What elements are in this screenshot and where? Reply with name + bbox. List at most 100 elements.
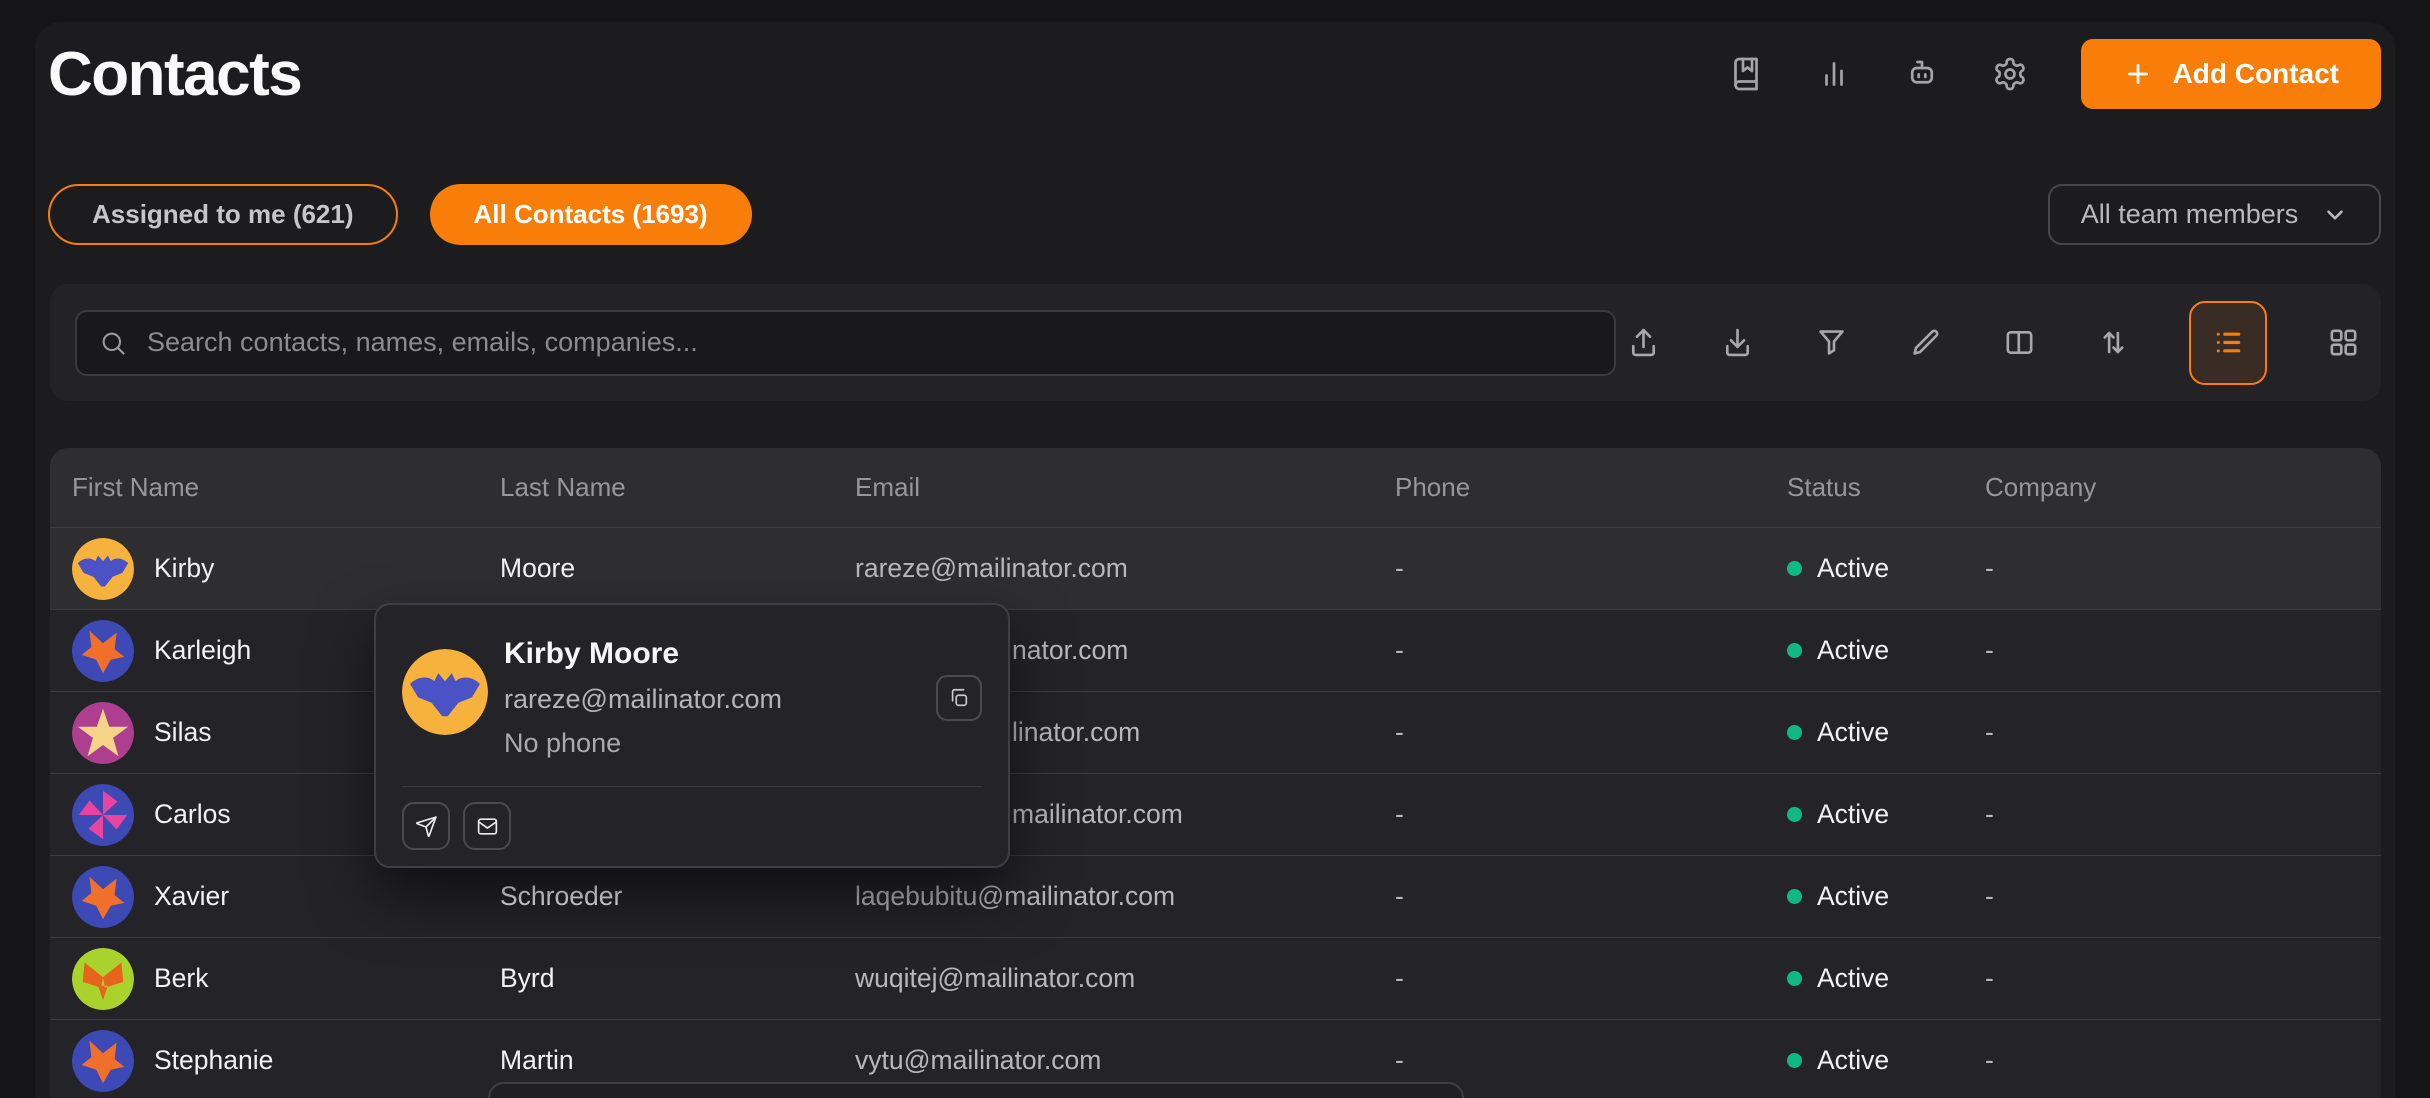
tab-assigned-to-me[interactable]: Assigned to me (621) bbox=[48, 184, 398, 245]
columns-button[interactable] bbox=[2001, 325, 2037, 361]
company-cell: - bbox=[1985, 963, 2381, 994]
status-dot bbox=[1787, 643, 1802, 658]
status-label: Active bbox=[1817, 963, 1889, 994]
email-contact-button[interactable] bbox=[463, 802, 511, 850]
copy-email-button[interactable] bbox=[936, 675, 982, 721]
status-cell: Active bbox=[1787, 881, 1985, 912]
header-icon-buttons bbox=[1681, 51, 2033, 97]
phone-cell: - bbox=[1395, 963, 1787, 994]
last-name-cell: Martin bbox=[500, 1045, 855, 1076]
status-cell: Active bbox=[1787, 635, 1985, 666]
page-title: Contacts bbox=[48, 39, 301, 110]
status-label: Active bbox=[1817, 553, 1889, 584]
team-members-dropdown[interactable]: All team members bbox=[2048, 184, 2381, 245]
automation-bot-icon bbox=[1904, 56, 1940, 92]
hovercard-phone: No phone bbox=[504, 728, 621, 759]
contact-hovercard-partial bbox=[488, 1082, 1464, 1098]
toolbar-icon-buttons bbox=[1625, 301, 2361, 385]
status-cell: Active bbox=[1787, 553, 1985, 584]
column-header: Last Name bbox=[500, 472, 855, 503]
edit-button[interactable] bbox=[1907, 325, 1943, 361]
table-row[interactable]: Kirby Moore rareze@mailinator.com - Acti… bbox=[50, 527, 2381, 609]
saved-views-button[interactable] bbox=[1723, 51, 1769, 97]
status-label: Active bbox=[1817, 635, 1889, 666]
app-header: Contacts Add Contact bbox=[48, 22, 2381, 126]
first-name-cell: Karleigh bbox=[154, 635, 251, 666]
grid-view-button[interactable] bbox=[2325, 325, 2361, 361]
status-cell: Active bbox=[1787, 799, 1985, 830]
phone-cell: - bbox=[1395, 553, 1787, 584]
table-row[interactable]: Berk Byrd wuqitej@mailinator.com - Activ… bbox=[50, 937, 2381, 1019]
company-cell: - bbox=[1985, 553, 2381, 584]
hovercard-email: rareze@mailinator.com bbox=[504, 684, 782, 715]
column-header: Email bbox=[855, 472, 1395, 503]
column-header: Phone bbox=[1395, 472, 1787, 503]
saved-views-icon bbox=[1728, 56, 1764, 92]
analytics-button[interactable] bbox=[1811, 51, 1857, 97]
settings-gear-button[interactable] bbox=[1987, 51, 2033, 97]
email-cell: rareze@mailinator.com bbox=[855, 553, 1395, 584]
first-name-cell: Stephanie bbox=[154, 1045, 273, 1076]
company-cell: - bbox=[1985, 1045, 2381, 1076]
company-cell: - bbox=[1985, 881, 2381, 912]
search-icon bbox=[99, 329, 127, 357]
phone-cell: - bbox=[1395, 717, 1787, 748]
sort-button[interactable] bbox=[2095, 325, 2131, 361]
settings-gear-icon bbox=[1992, 56, 2028, 92]
team-members-value: All team members bbox=[2081, 199, 2299, 230]
status-dot bbox=[1787, 725, 1802, 740]
list-view-button[interactable] bbox=[2189, 301, 2267, 385]
chevron-down-icon bbox=[2322, 202, 2348, 228]
email-cell: vytu@mailinator.com bbox=[855, 1045, 1395, 1076]
company-cell: - bbox=[1985, 635, 2381, 666]
first-name-cell: Xavier bbox=[154, 881, 229, 912]
download-button[interactable] bbox=[1719, 325, 1755, 361]
list-view-icon bbox=[2211, 325, 2246, 360]
status-cell: Active bbox=[1787, 1045, 1985, 1076]
email-cell: wuqitej@mailinator.com bbox=[855, 963, 1395, 994]
hovercard-divider bbox=[402, 786, 982, 787]
contact-hovercard: Kirby Moore rareze@mailinator.com No pho… bbox=[374, 603, 1010, 868]
contact-avatar bbox=[72, 784, 134, 846]
sort-icon bbox=[2096, 325, 2131, 360]
contact-avatar bbox=[72, 538, 134, 600]
search-input[interactable] bbox=[75, 310, 1616, 376]
tab-all-contacts[interactable]: All Contacts (1693) bbox=[430, 184, 752, 245]
first-name-cell: Kirby bbox=[154, 553, 214, 584]
copy-icon bbox=[948, 687, 970, 709]
mail-icon bbox=[475, 814, 500, 839]
column-header: Status bbox=[1787, 472, 1985, 503]
status-dot bbox=[1787, 889, 1802, 904]
contact-avatar bbox=[72, 866, 134, 928]
first-name-cell: Berk bbox=[154, 963, 209, 994]
email-cell: laqebubitu@mailinator.com bbox=[855, 881, 1395, 912]
filter-tabs: Assigned to me (621) All Contacts (1693) bbox=[48, 184, 752, 245]
add-contact-button[interactable]: Add Contact bbox=[2081, 39, 2381, 109]
plus-icon bbox=[2123, 59, 2153, 89]
status-label: Active bbox=[1817, 799, 1889, 830]
upload-button[interactable] bbox=[1625, 325, 1661, 361]
status-label: Active bbox=[1817, 1045, 1889, 1076]
analytics-icon bbox=[1816, 56, 1852, 92]
filter-button[interactable] bbox=[1813, 325, 1849, 361]
phone-cell: - bbox=[1395, 881, 1787, 912]
hovercard-avatar bbox=[402, 649, 488, 735]
grid-view-icon bbox=[2326, 325, 2361, 360]
download-icon bbox=[1720, 325, 1755, 360]
contact-avatar bbox=[72, 620, 134, 682]
status-label: Active bbox=[1817, 717, 1889, 748]
status-dot bbox=[1787, 1053, 1802, 1068]
column-header: First Name bbox=[72, 472, 500, 503]
status-dot bbox=[1787, 561, 1802, 576]
send-message-button[interactable] bbox=[402, 802, 450, 850]
header-actions: Add Contact bbox=[1681, 39, 2381, 109]
status-dot bbox=[1787, 971, 1802, 986]
phone-cell: - bbox=[1395, 1045, 1787, 1076]
hovercard-actions bbox=[402, 802, 511, 850]
automation-bot-button[interactable] bbox=[1899, 51, 1945, 97]
status-label: Active bbox=[1817, 881, 1889, 912]
filter-icon bbox=[1814, 325, 1849, 360]
phone-cell: - bbox=[1395, 799, 1787, 830]
phone-cell: - bbox=[1395, 635, 1787, 666]
status-dot bbox=[1787, 807, 1802, 822]
